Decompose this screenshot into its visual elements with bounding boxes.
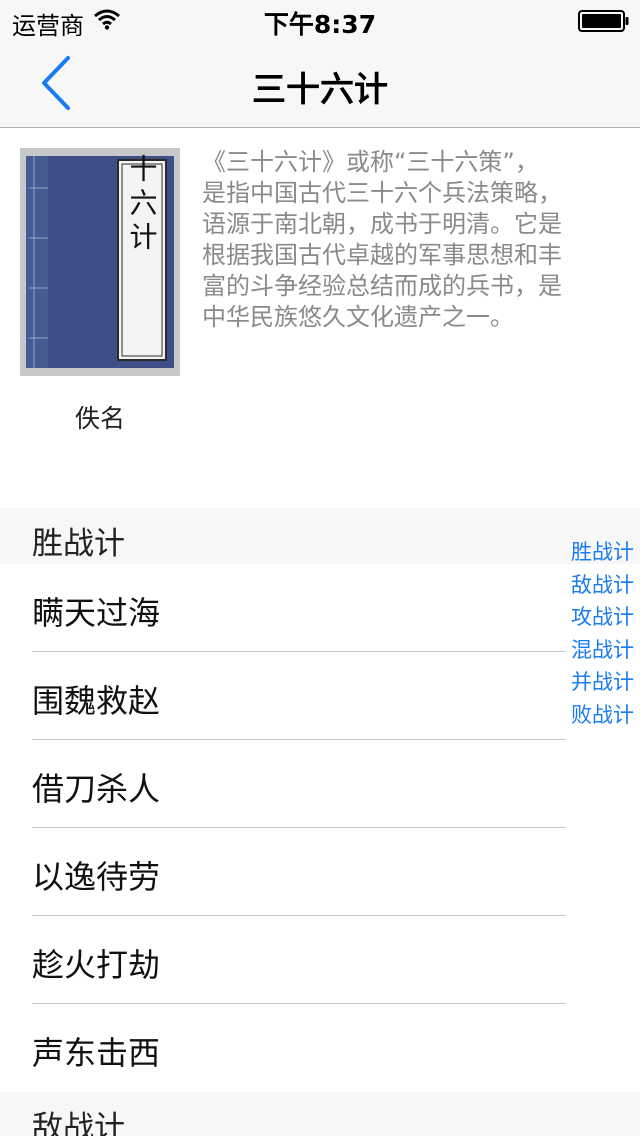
- list-item-label: 趁火打劫: [32, 946, 161, 984]
- description-line: 是指中国古代三十六个兵法策略，: [202, 179, 562, 207]
- section-index-item[interactable]: 攻战计: [566, 601, 640, 634]
- list-item-label: 借刀杀人: [32, 770, 161, 808]
- list-item[interactable]: 声东击西: [0, 1004, 566, 1092]
- section-index[interactable]: 胜战计 敌战计 攻战计 混战计 并战计 败战计: [566, 536, 640, 731]
- book-cover-image: 三十六计: [20, 148, 180, 376]
- description-line: 语源于南北朝，成书于明清。它是: [202, 210, 562, 238]
- section-header-dizhanji: 敌战计: [0, 1092, 640, 1136]
- book-author: 佚名: [74, 404, 125, 433]
- list-item[interactable]: 瞒天过海: [0, 564, 566, 652]
- list-item[interactable]: 借刀杀人: [0, 740, 566, 828]
- list-item-label: 以逸待劳: [32, 858, 161, 896]
- cover-title: 三十六计: [126, 148, 159, 256]
- list-item-label: 瞒天过海: [32, 594, 161, 632]
- list-item[interactable]: 趁火打劫: [0, 916, 566, 1004]
- section-index-item[interactable]: 败战计: [566, 699, 640, 732]
- section-index-item[interactable]: 胜战计: [566, 536, 640, 569]
- list-item-label: 围魏救赵: [32, 682, 161, 720]
- section-index-item[interactable]: 混战计: [566, 634, 640, 667]
- navigation-bar: 三十六计: [0, 40, 640, 128]
- section-title: 胜战计: [32, 526, 125, 562]
- description-line: 富的斗争经验总结而成的兵书，是: [202, 272, 562, 300]
- list-item[interactable]: 以逸待劳: [0, 828, 566, 916]
- description-line: 根据我国古代卓越的军事思想和丰: [202, 241, 562, 269]
- book-cover-art: 三十六计: [26, 148, 174, 368]
- list-item[interactable]: 围魏救赵: [0, 652, 566, 740]
- section-index-item[interactable]: 敌战计: [566, 569, 640, 602]
- page-title: 三十六计: [252, 70, 388, 110]
- section-title: 敌战计: [32, 1110, 125, 1136]
- book-info-header: 三十六计 佚名 《三十六计》或称“三十六策”， 是指中国古代三十六个兵法策略， …: [0, 129, 640, 508]
- status-time: 下午8:37: [263, 10, 377, 39]
- app-screen: 运营商 下午8:37 三十六计 三十六计 佚名 《三十六计》或称“三十六策”， …: [0, 0, 640, 1136]
- list-item-label: 声东击西: [32, 1034, 161, 1072]
- status-bar: 运营商 下午8:37: [0, 0, 640, 40]
- description-line: 中华民族悠久文化遗产之一。: [202, 303, 514, 331]
- battery-icon: [578, 10, 629, 32]
- section-header-shengzhanji: 胜战计: [0, 508, 640, 564]
- book-description: 《三十六计》或称“三十六策”， 是指中国古代三十六个兵法策略， 语源于南北朝，成…: [202, 147, 622, 333]
- description-line: 《三十六计》或称“三十六策”，: [202, 148, 539, 176]
- section-index-item[interactable]: 并战计: [566, 666, 640, 699]
